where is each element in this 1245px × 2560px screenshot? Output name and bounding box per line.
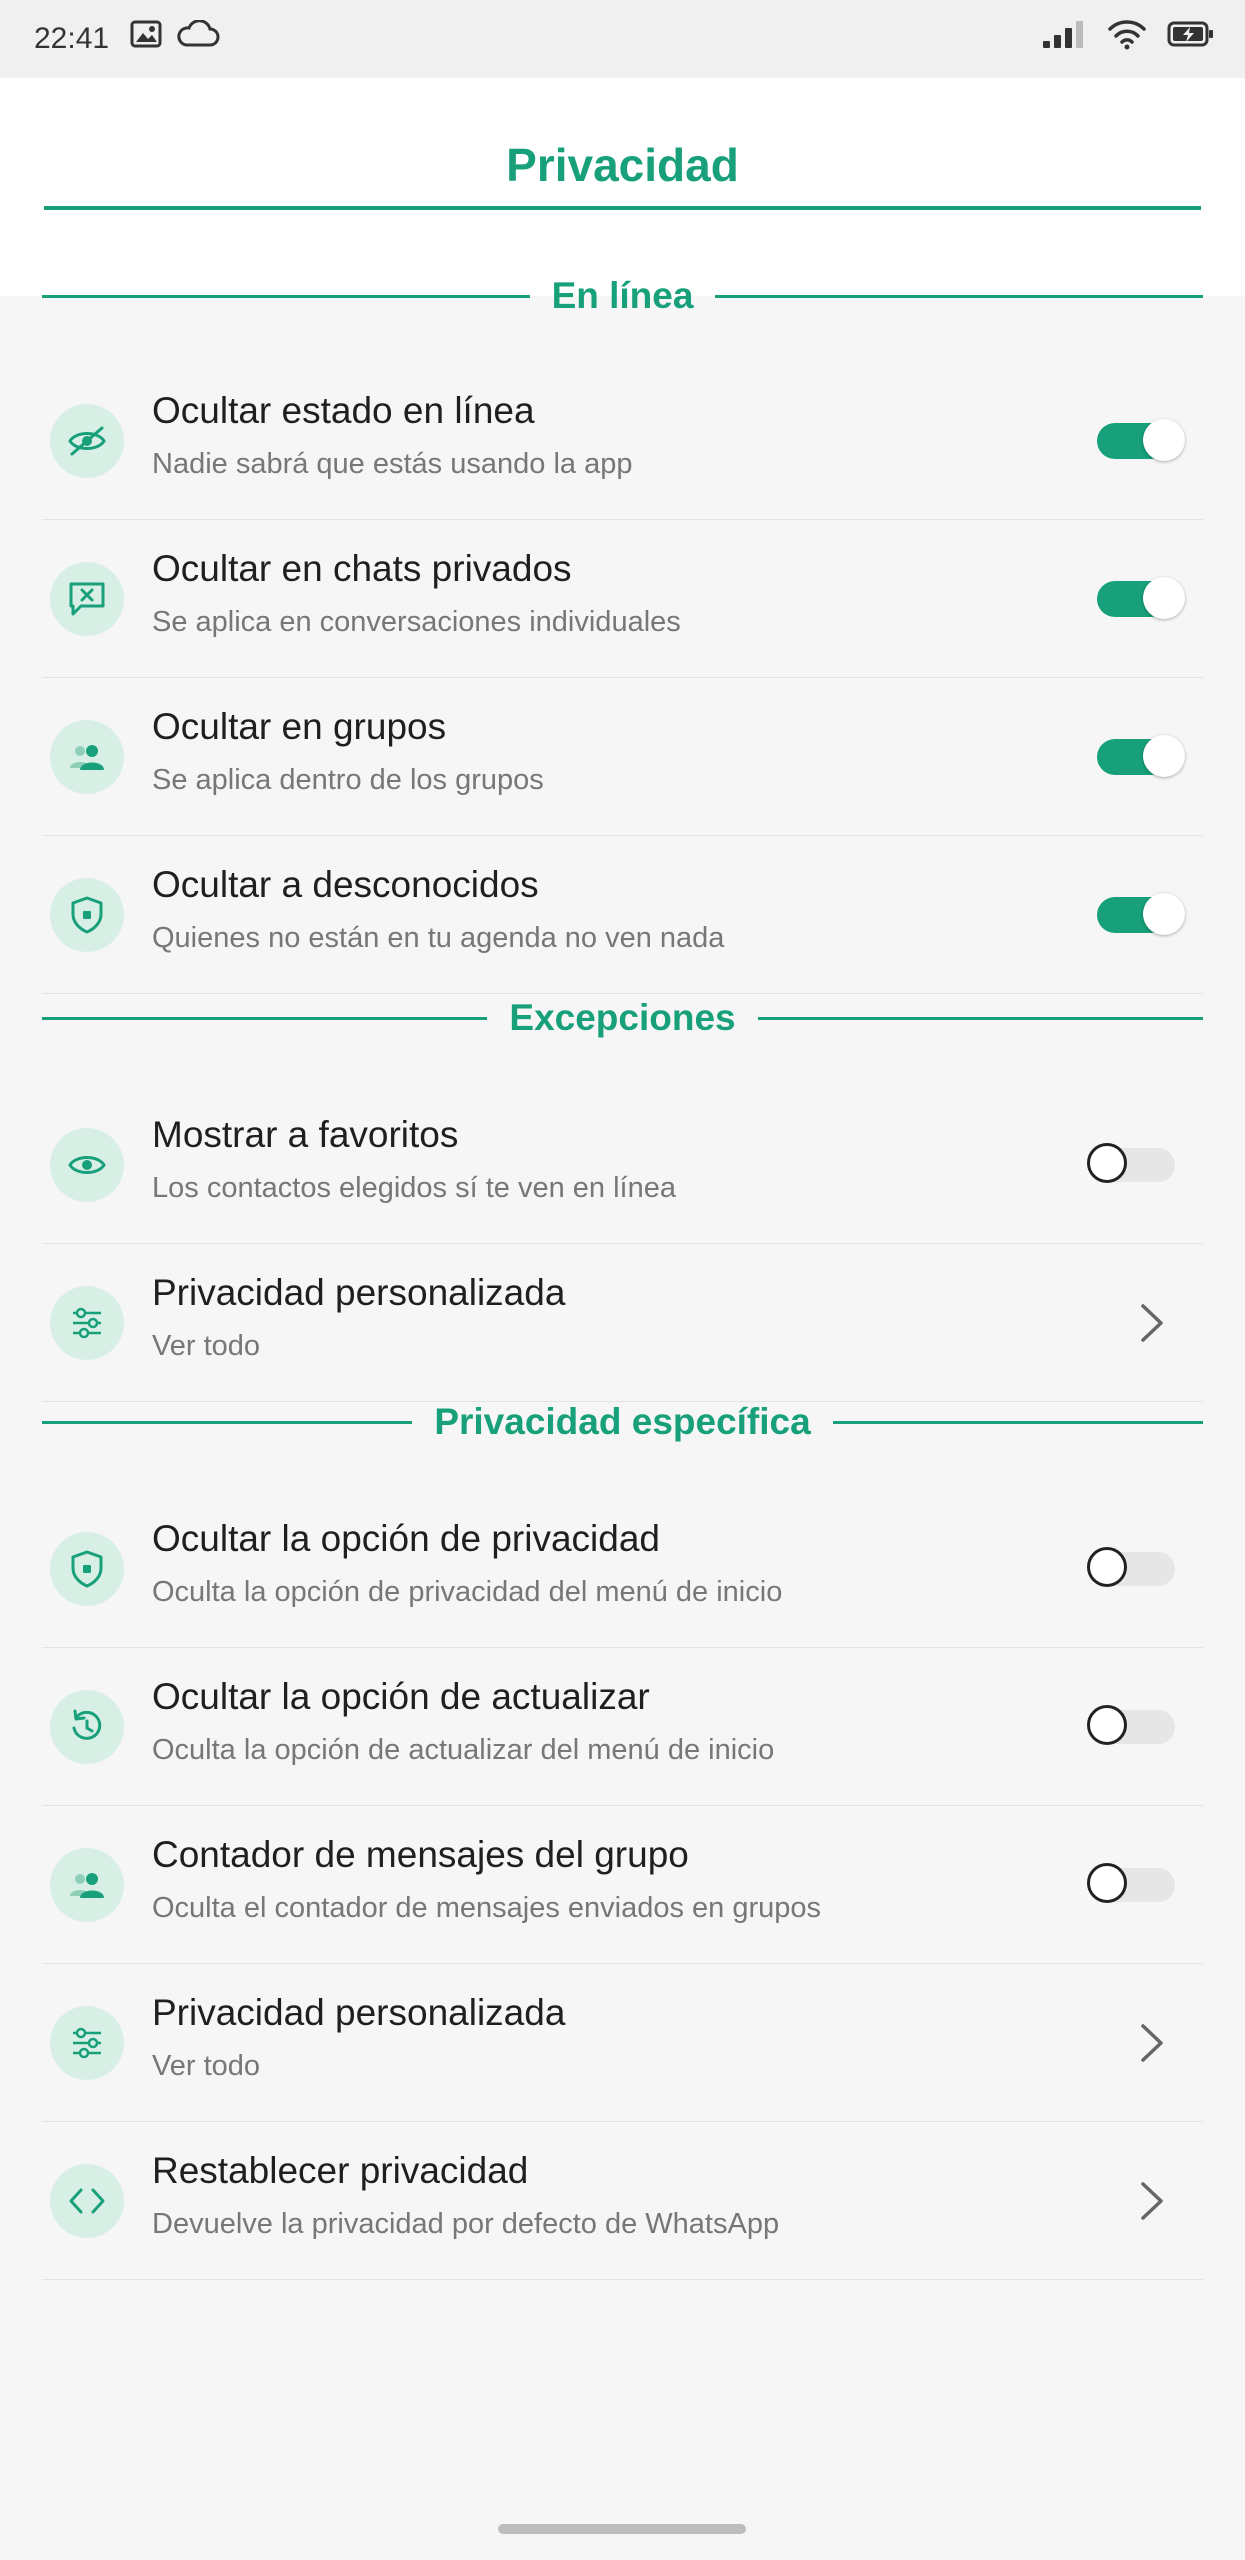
section-label: Privacidad específica — [434, 1401, 811, 1442]
cloud-icon — [176, 19, 220, 53]
toggle-switch[interactable] — [1087, 1705, 1177, 1749]
title-underline — [44, 206, 1201, 210]
page-title: Privacidad — [506, 139, 739, 191]
image-icon — [130, 20, 162, 53]
home-indicator[interactable] — [498, 2524, 746, 2534]
toggle-switch[interactable] — [1097, 577, 1187, 621]
chevron-right-icon — [1141, 2024, 1163, 2062]
row-hide-privacy-option[interactable]: Ocultar la opción de privacidad Oculta l… — [42, 1490, 1203, 1648]
row-title: Restablecer privacidad — [152, 2150, 529, 2191]
sliders-icon — [50, 2006, 124, 2080]
row-title: Mostrar a favoritos — [152, 1114, 459, 1155]
group-icon — [50, 720, 124, 794]
page-header: Privacidad — [0, 78, 1245, 296]
row-subtitle: Oculta la opción de actualizar del menú … — [152, 1734, 775, 1766]
section-header-online: En línea — [42, 266, 1204, 326]
row-title: Ocultar a desconocidos — [152, 864, 539, 905]
row-title: Ocultar estado en línea — [152, 390, 535, 431]
chat-x-icon — [50, 562, 124, 636]
row-subtitle: Devuelve la privacidad por defecto de Wh… — [152, 2208, 780, 2240]
row-subtitle: Quienes no están en tu agenda no ven nad… — [152, 922, 725, 954]
row-hide-private-chats[interactable]: Ocultar en chats privados Se aplica en c… — [42, 520, 1203, 678]
shield-icon — [50, 878, 124, 952]
row-title: Ocultar la opción de privacidad — [152, 1518, 661, 1559]
status-time: 22:41 — [34, 22, 110, 55]
wifi-icon — [1107, 18, 1147, 55]
row-subtitle: Nadie sabrá que estás usando la app — [152, 448, 633, 480]
row-subtitle: Oculta el contador de mensajes enviados … — [152, 1892, 822, 1924]
row-reset-privacy[interactable]: Restablecer privacidad Devuelve la priva… — [42, 2122, 1203, 2280]
row-hide-from-strangers[interactable]: Ocultar a desconocidos Quienes no están … — [42, 836, 1203, 994]
section-label: En línea — [551, 275, 694, 316]
row-title: Privacidad personalizada — [152, 1272, 566, 1313]
row-title: Ocultar la opción de actualizar — [152, 1676, 650, 1717]
code-icon — [50, 2164, 124, 2238]
row-custom-privacy[interactable]: Privacidad personalizada Ver todo — [42, 1244, 1203, 1402]
row-subtitle: Ver todo — [152, 2050, 261, 2082]
status-bar: 22:41 — [0, 0, 1245, 78]
row-subtitle: Oculta la opción de privacidad del menú … — [152, 1576, 783, 1608]
row-title: Privacidad personalizada — [152, 1992, 566, 2033]
row-subtitle: Se aplica en conversaciones individuales — [152, 606, 681, 638]
row-subtitle: Se aplica dentro de los grupos — [152, 764, 544, 796]
section-header-specific: Privacidad específica — [42, 1392, 1204, 1452]
shield-icon — [50, 1532, 124, 1606]
toggle-switch[interactable] — [1097, 419, 1187, 463]
row-hide-in-groups[interactable]: Ocultar en grupos Se aplica dentro de lo… — [42, 678, 1203, 836]
toggle-switch[interactable] — [1087, 1547, 1177, 1591]
row-subtitle: Ver todo — [152, 1330, 261, 1362]
row-hide-online-status[interactable]: Ocultar estado en línea Nadie sabrá que … — [42, 362, 1203, 520]
row-hide-update-option[interactable]: Ocultar la opción de actualizar Oculta l… — [42, 1648, 1203, 1806]
chevron-right-icon — [1141, 2182, 1163, 2220]
row-title: Ocultar en chats privados — [152, 548, 572, 589]
row-custom-privacy-2[interactable]: Privacidad personalizada Ver todo — [42, 1964, 1203, 2122]
toggle-switch[interactable] — [1087, 1143, 1177, 1187]
group-icon — [50, 1848, 124, 1922]
row-show-to-favorites[interactable]: Mostrar a favoritos Los contactos elegid… — [42, 1086, 1203, 1244]
toggle-switch[interactable] — [1097, 893, 1187, 937]
row-title: Contador de mensajes del grupo — [152, 1834, 689, 1875]
toggle-switch[interactable] — [1097, 735, 1187, 779]
eye-slash-icon — [50, 404, 124, 478]
refresh-icon — [50, 1690, 124, 1764]
row-group-message-counter[interactable]: Contador de mensajes del grupo Oculta el… — [42, 1806, 1203, 1964]
row-title: Ocultar en grupos — [152, 706, 447, 747]
sliders-icon — [50, 1286, 124, 1360]
section-label: Excepciones — [509, 997, 736, 1038]
toggle-switch[interactable] — [1087, 1863, 1177, 1907]
battery-charging-icon — [1167, 19, 1215, 54]
section-header-exceptions: Excepciones — [42, 988, 1204, 1048]
row-subtitle: Los contactos elegidos sí te ven en líne… — [152, 1172, 676, 1204]
chevron-right-icon — [1141, 1304, 1163, 1342]
signal-icon — [1041, 19, 1087, 54]
eye-icon — [50, 1128, 124, 1202]
